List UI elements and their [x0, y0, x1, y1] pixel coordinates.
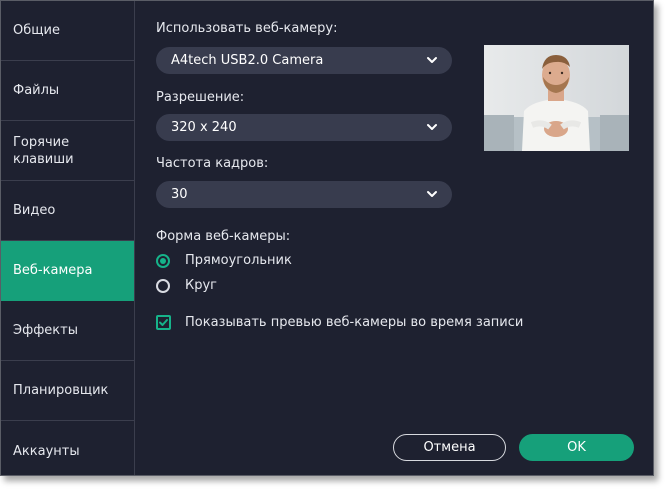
resolution-select[interactable]: 320 x 240: [156, 114, 452, 141]
sidebar-item-label: Веб-камера: [13, 263, 93, 278]
ok-button-label: OK: [567, 440, 586, 455]
chevron-down-icon: [427, 124, 437, 130]
framerate-select[interactable]: 30: [156, 181, 452, 208]
sidebar-item-scheduler[interactable]: Планировщик: [1, 361, 134, 421]
show-preview-label: Показывать превью веб-камеры во время за…: [185, 315, 524, 330]
sidebar-item-video[interactable]: Видео: [1, 181, 134, 241]
sidebar-item-effects[interactable]: Эффекты: [1, 301, 134, 361]
sidebar-item-accounts[interactable]: Аккаунты: [1, 421, 134, 475]
rectangle-radio-label: Прямоугольник: [185, 253, 292, 268]
resolution-label: Разрешение:: [156, 90, 245, 105]
cancel-button[interactable]: Отмена: [393, 434, 506, 461]
settings-sidebar: Общие Файлы Горячие клавиши Видео Веб-ка…: [1, 1, 135, 475]
checkmark-icon: [159, 319, 168, 326]
cancel-button-label: Отмена: [423, 440, 476, 455]
sidebar-item-label: Эффекты: [13, 323, 78, 338]
webcam-preview-image: [484, 45, 629, 151]
sidebar-item-label: Планировщик: [13, 383, 109, 398]
camera-label: Использовать веб-камеру:: [156, 21, 338, 36]
sidebar-item-label: Аккаунты: [13, 443, 80, 459]
framerate-select-value: 30: [171, 187, 188, 202]
chevron-down-icon: [427, 57, 437, 63]
framerate-label: Частота кадров:: [156, 156, 269, 171]
circle-radio-label: Круг: [185, 278, 218, 293]
settings-window: Общие Файлы Горячие клавиши Видео Веб-ка…: [0, 0, 654, 476]
rectangle-radio[interactable]: [156, 254, 170, 268]
sidebar-item-hotkeys[interactable]: Горячие клавиши: [1, 121, 134, 181]
sidebar-item-general[interactable]: Общие: [1, 1, 134, 61]
chevron-down-icon: [427, 191, 437, 197]
sidebar-item-label: Горячие клавиши: [13, 134, 74, 167]
circle-radio[interactable]: [156, 279, 170, 293]
sidebar-item-label: Видео: [13, 203, 56, 218]
resolution-select-value: 320 x 240: [171, 120, 237, 135]
camera-select[interactable]: A4tech USB2.0 Camera: [156, 47, 452, 74]
webcam-preview: [484, 45, 629, 151]
sidebar-item-label: Файлы: [13, 83, 60, 98]
sidebar-item-label: Общие: [13, 23, 60, 38]
show-preview-checkbox[interactable]: [156, 315, 171, 330]
camera-select-value: A4tech USB2.0 Camera: [171, 53, 324, 68]
ok-button[interactable]: OK: [519, 434, 634, 461]
sidebar-item-webcam[interactable]: Веб-камера: [1, 241, 134, 301]
shape-label: Форма веб-камеры:: [156, 229, 291, 244]
sidebar-item-files[interactable]: Файлы: [1, 61, 134, 121]
